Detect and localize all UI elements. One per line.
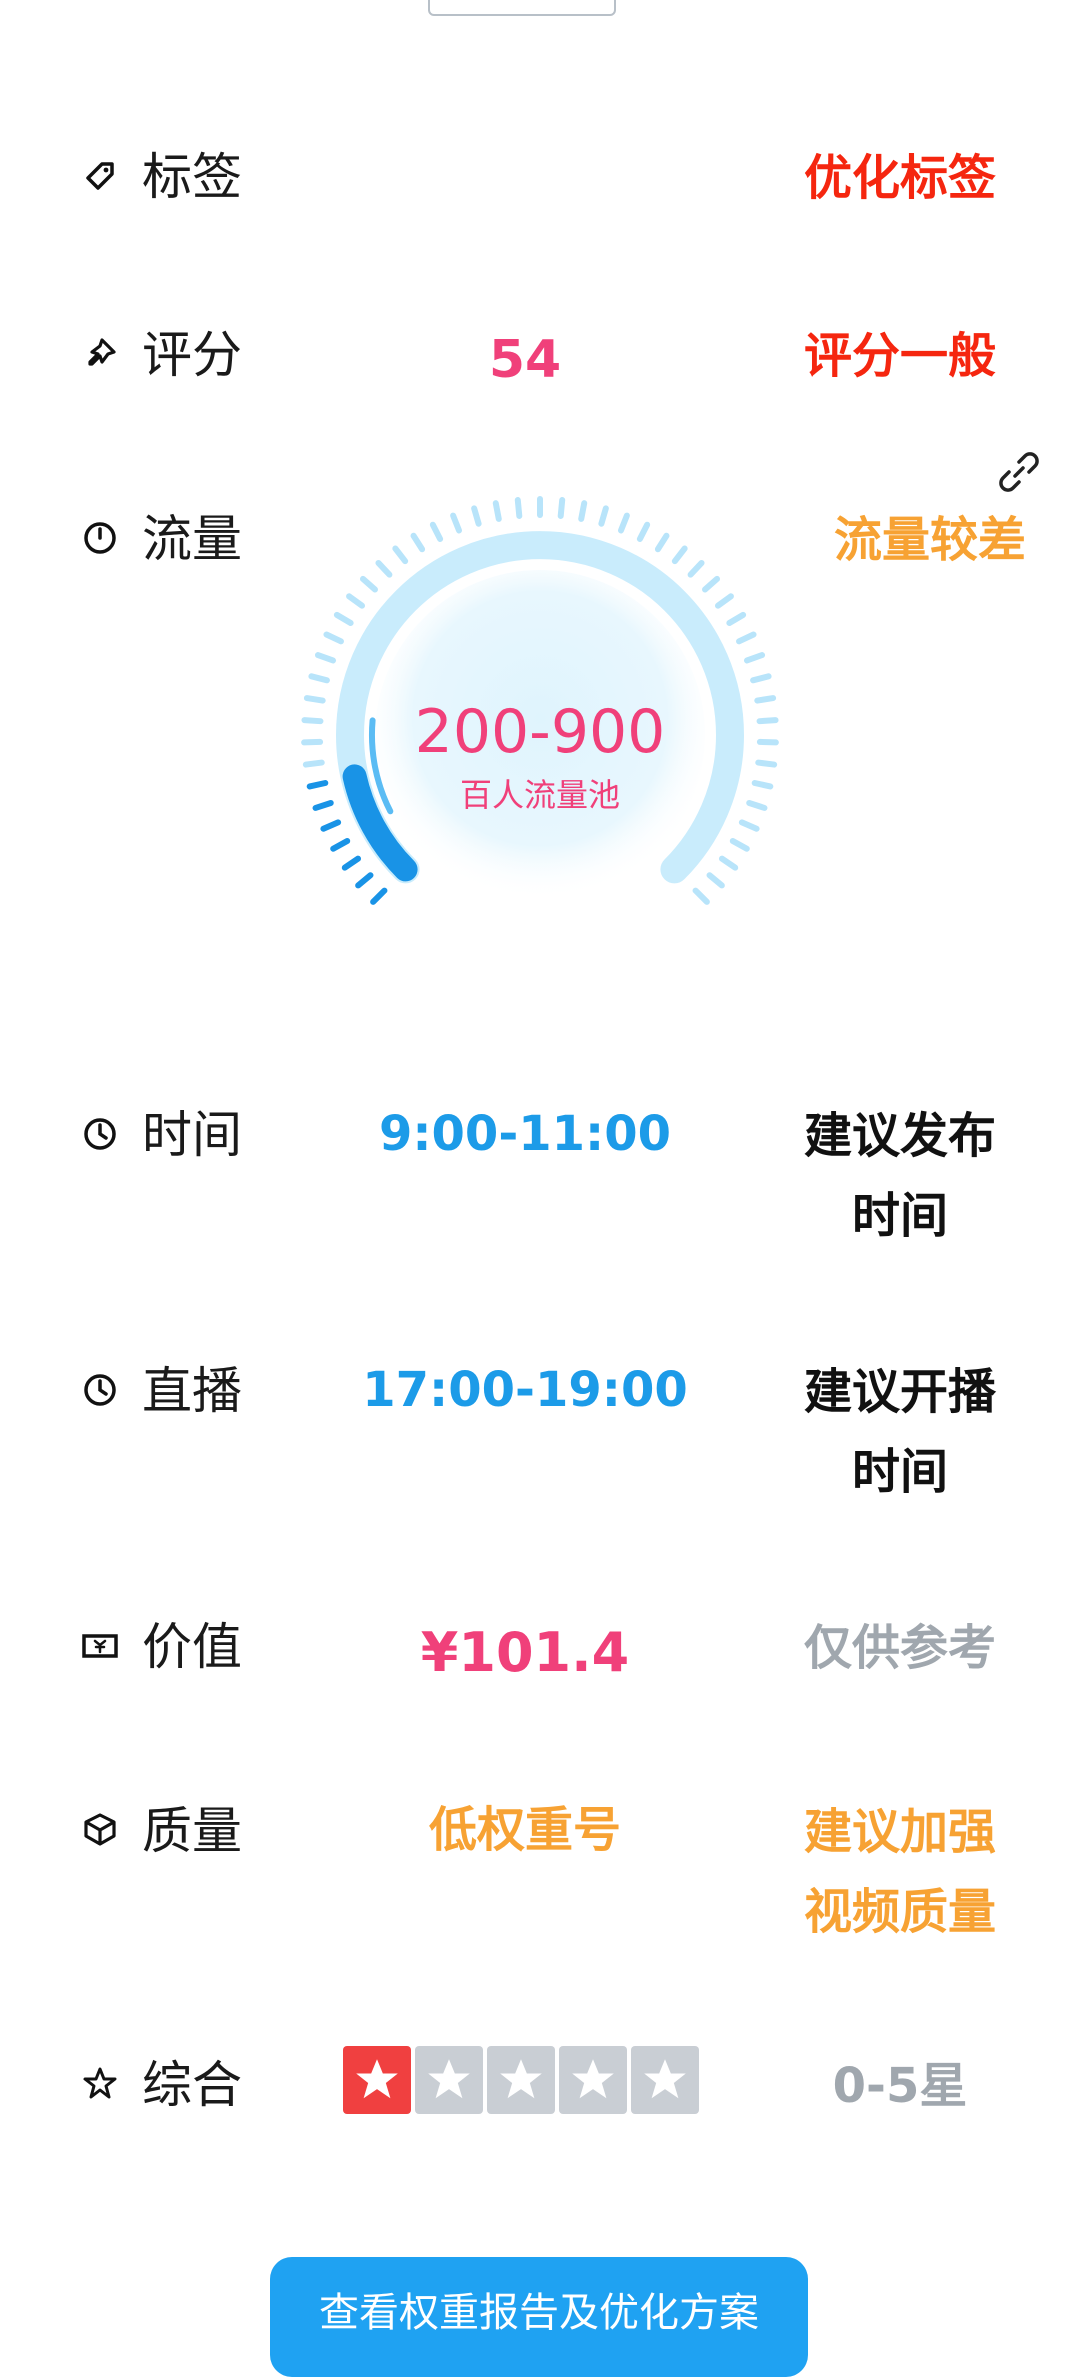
gauge-tick: [330, 837, 351, 852]
gauge-tick: [743, 652, 766, 664]
gauge-tick: [308, 673, 330, 684]
traffic-status: 流量较差: [833, 512, 1026, 568]
gauge-tick: [671, 545, 688, 565]
quality-label: 质量: [142, 1802, 242, 1860]
gauge-tick: [726, 611, 747, 627]
gauge-tick: [718, 855, 739, 871]
gauge-tick: [312, 799, 334, 811]
time-advice-line1: 建议发布: [803, 1108, 996, 1164]
gauge-tick: [750, 673, 772, 684]
gauge-tick: [355, 872, 374, 889]
gauge-tick: [359, 575, 378, 593]
gauge-tick: [636, 521, 651, 542]
time-advice-line2: 时间: [851, 1188, 948, 1244]
star-rating: [343, 2046, 699, 2114]
gauge-tick: [410, 532, 426, 553]
star-empty-icon: [415, 2046, 483, 2114]
overall-label: 综合: [142, 2056, 242, 2114]
traffic-label: 流量: [142, 510, 242, 568]
tag-status: 优化标签: [803, 150, 996, 206]
score-value: 54: [488, 330, 562, 390]
gauge-tick: [692, 887, 710, 905]
gauge-tick: [306, 779, 329, 790]
quality-value: 低权重号: [428, 1802, 621, 1858]
gauge-tick: [751, 779, 774, 790]
star-empty-icon: [631, 2046, 699, 2114]
live-value: 17:00-19:00: [362, 1362, 688, 1418]
gauge-tick: [557, 497, 566, 519]
score-label: 评分: [142, 326, 242, 384]
live-advice-line1: 建议开播: [803, 1364, 996, 1420]
gauge-tick: [654, 532, 670, 553]
gauge-tick: [746, 799, 768, 811]
gauge-tick: [303, 695, 326, 704]
star-outline-icon: [83, 2067, 117, 2099]
gauge-tick: [333, 611, 354, 627]
pin-icon: [88, 338, 116, 366]
view-report-button[interactable]: 查看权重报告及优化方案: [270, 2257, 808, 2377]
gauge-tick: [492, 500, 502, 522]
star-empty-icon: [559, 2046, 627, 2114]
score-status: 评分一般: [803, 328, 996, 384]
time-value: 9:00-11:00: [378, 1106, 672, 1162]
gauge-icon: [84, 522, 116, 554]
gauge-tick: [754, 695, 777, 704]
gauge-tick: [450, 512, 463, 534]
gauge-tick: [302, 759, 325, 768]
cube-icon: [84, 1813, 116, 1846]
gauge-range: 200-900: [415, 697, 666, 767]
gauge-tick: [514, 497, 523, 519]
gauge-tick: [617, 512, 630, 534]
value-label: 价值: [142, 1618, 242, 1676]
gauge-tick: [471, 505, 482, 527]
quality-advice-line1: 建议加强: [803, 1804, 996, 1860]
gauge-tick: [370, 887, 388, 905]
value-amount: ¥101.4: [420, 1621, 630, 1684]
top-tab-edge: [428, 0, 616, 16]
clock-icon: [84, 1374, 116, 1406]
gauge-tick: [729, 837, 750, 852]
time-label: 时间: [142, 1106, 242, 1164]
gauge-tick: [756, 738, 779, 746]
tag-label: 标签: [142, 148, 242, 206]
gauge-tick: [598, 505, 609, 527]
gauge-tick: [301, 717, 324, 725]
gauge-tick: [756, 717, 779, 725]
live-advice-line2: 时间: [851, 1444, 948, 1500]
gauge-tick: [320, 819, 342, 832]
link-icon[interactable]: [995, 448, 1043, 496]
ticket-icon: [82, 1634, 118, 1658]
gauge-tick: [314, 652, 337, 664]
value-note: 仅供参考: [803, 1620, 996, 1676]
gauge-unit: 百人流量池: [460, 776, 620, 814]
gauge-tick: [375, 559, 393, 578]
gauge-tick: [687, 559, 705, 578]
quality-advice-line2: 视频质量: [803, 1884, 996, 1940]
gauge-tick: [578, 500, 588, 522]
gauge-tick: [706, 872, 725, 889]
clock-icon: [84, 1118, 116, 1150]
gauge-tick: [755, 759, 778, 768]
gauge-tick: [738, 819, 760, 832]
gauge-tick: [301, 738, 324, 746]
overall-range: 0-5星: [832, 2058, 968, 2114]
gauge-tick: [736, 631, 757, 645]
traffic-gauge: 200-900 百人流量池: [301, 496, 779, 905]
star-filled-icon: [343, 2046, 411, 2114]
gauge-tick: [346, 593, 366, 609]
gauge-tick: [429, 521, 444, 542]
gauge-tick: [714, 593, 734, 609]
star-empty-icon: [487, 2046, 555, 2114]
gauge-tick: [392, 545, 409, 565]
gauge-tick: [702, 575, 721, 593]
gauge-tick: [323, 631, 344, 645]
tag-icon: [86, 162, 114, 190]
live-label: 直播: [142, 1362, 242, 1420]
gauge-tick: [341, 855, 362, 871]
